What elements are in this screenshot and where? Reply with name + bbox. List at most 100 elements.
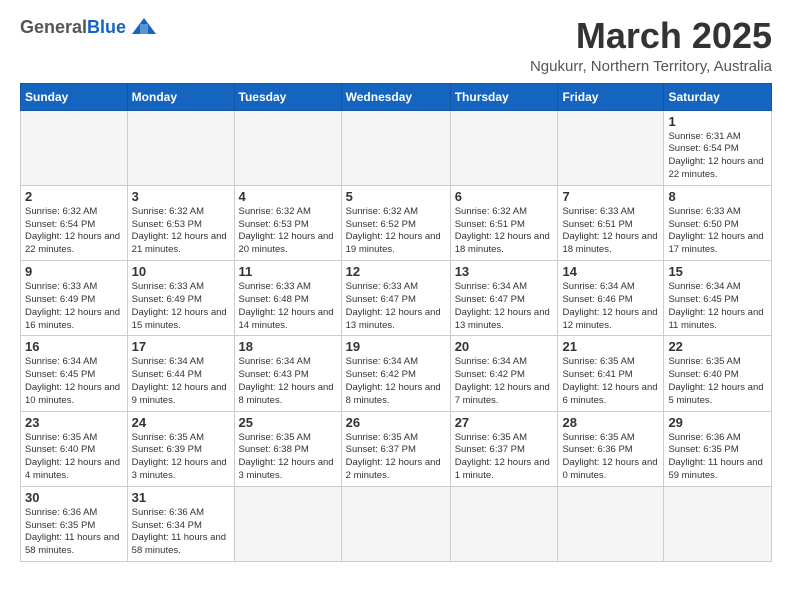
calendar-cell: 20Sunrise: 6:34 AM Sunset: 6:42 PM Dayli… xyxy=(450,336,558,411)
col-sunday: Sunday xyxy=(21,83,128,110)
calendar-cell: 15Sunrise: 6:34 AM Sunset: 6:45 PM Dayli… xyxy=(664,261,772,336)
day-info: Sunrise: 6:34 AM Sunset: 6:42 PM Dayligh… xyxy=(346,356,446,407)
calendar-cell: 22 Sunrise: 6:35 AM Sunset: 6:40 PM Dayli… xyxy=(664,336,772,411)
calendar-cell: 12 Sunrise: 6:33 AM Sunset: 6:47 PM Dayli… xyxy=(341,261,450,336)
calendar-cell: 10 Sunrise: 6:33 AM Sunset: 6:49 PM Dayli… xyxy=(127,261,234,336)
calendar-week-row: 1Sunrise: 6:31 AM Sunset: 6:54 PM Daylig… xyxy=(21,110,772,185)
day-info: Sunrise: 6:32 AM Sunset: 6:52 PM Dayligh… xyxy=(346,206,446,257)
calendar-cell: 28Sunrise: 6:35 AM Sunset: 6:36 PM Dayli… xyxy=(558,411,664,486)
calendar-cell: 8 Sunrise: 6:33 AM Sunset: 6:50 PM Daylig… xyxy=(664,185,772,260)
calendar-cell: 5 Sunrise: 6:32 AM Sunset: 6:52 PM Daylig… xyxy=(341,185,450,260)
day-number: 30 xyxy=(25,490,123,505)
calendar-cell: 29 Sunrise: 6:36 AM Sunset: 6:35 PM Dayli… xyxy=(664,411,772,486)
day-number: 15 xyxy=(668,264,767,279)
day-info: Sunrise: 6:34 AM Sunset: 6:46 PM Dayligh… xyxy=(562,281,659,332)
calendar-cell: 1Sunrise: 6:31 AM Sunset: 6:54 PM Daylig… xyxy=(664,110,772,185)
page: General Blue March 2025 Ngukurr, Norther… xyxy=(0,0,792,612)
day-info: Sunrise: 6:31 AM Sunset: 6:54 PM Dayligh… xyxy=(668,131,767,182)
calendar-week-row: 16 Sunrise: 6:34 AM Sunset: 6:45 PM Dayli… xyxy=(21,336,772,411)
day-number: 29 xyxy=(668,415,767,430)
calendar-cell: 31 Sunrise: 6:36 AM Sunset: 6:34 PM Dayli… xyxy=(127,486,234,561)
calendar-cell: 18Sunrise: 6:34 AM Sunset: 6:43 PM Dayli… xyxy=(234,336,341,411)
day-info: Sunrise: 6:34 AM Sunset: 6:45 PM Dayligh… xyxy=(25,356,123,407)
subtitle: Ngukurr, Northern Territory, Australia xyxy=(530,58,772,75)
day-number: 6 xyxy=(455,189,554,204)
calendar-cell: 4Sunrise: 6:32 AM Sunset: 6:53 PM Daylig… xyxy=(234,185,341,260)
calendar-week-row: 2Sunrise: 6:32 AM Sunset: 6:54 PM Daylig… xyxy=(21,185,772,260)
calendar-cell: 27Sunrise: 6:35 AM Sunset: 6:37 PM Dayli… xyxy=(450,411,558,486)
calendar-header: Sunday Monday Tuesday Wednesday Thursday… xyxy=(21,83,772,110)
day-info: Sunrise: 6:33 AM Sunset: 6:49 PM Dayligh… xyxy=(25,281,123,332)
day-info: Sunrise: 6:36 AM Sunset: 6:35 PM Dayligh… xyxy=(668,432,767,483)
day-info: Sunrise: 6:33 AM Sunset: 6:47 PM Dayligh… xyxy=(346,281,446,332)
day-number: 17 xyxy=(132,339,230,354)
day-info: Sunrise: 6:34 AM Sunset: 6:47 PM Dayligh… xyxy=(455,281,554,332)
day-number: 5 xyxy=(346,189,446,204)
day-number: 7 xyxy=(562,189,659,204)
col-wednesday: Wednesday xyxy=(341,83,450,110)
calendar-cell xyxy=(450,110,558,185)
col-tuesday: Tuesday xyxy=(234,83,341,110)
day-number: 16 xyxy=(25,339,123,354)
day-number: 23 xyxy=(25,415,123,430)
day-number: 2 xyxy=(25,189,123,204)
day-info: Sunrise: 6:34 AM Sunset: 6:44 PM Dayligh… xyxy=(132,356,230,407)
day-info: Sunrise: 6:36 AM Sunset: 6:34 PM Dayligh… xyxy=(132,507,230,558)
day-info: Sunrise: 6:35 AM Sunset: 6:38 PM Dayligh… xyxy=(239,432,337,483)
day-number: 25 xyxy=(239,415,337,430)
day-number: 31 xyxy=(132,490,230,505)
day-number: 24 xyxy=(132,415,230,430)
day-info: Sunrise: 6:35 AM Sunset: 6:37 PM Dayligh… xyxy=(346,432,446,483)
calendar-cell xyxy=(558,110,664,185)
calendar-cell: 13 Sunrise: 6:34 AM Sunset: 6:47 PM Dayli… xyxy=(450,261,558,336)
col-thursday: Thursday xyxy=(450,83,558,110)
day-info: Sunrise: 6:33 AM Sunset: 6:48 PM Dayligh… xyxy=(239,281,337,332)
day-info: Sunrise: 6:33 AM Sunset: 6:49 PM Dayligh… xyxy=(132,281,230,332)
calendar-cell: 30Sunrise: 6:36 AM Sunset: 6:35 PM Dayli… xyxy=(21,486,128,561)
calendar-cell xyxy=(21,110,128,185)
day-number: 12 xyxy=(346,264,446,279)
logo-blue-text: Blue xyxy=(87,17,126,38)
calendar-table: Sunday Monday Tuesday Wednesday Thursday… xyxy=(20,83,772,563)
day-info: Sunrise: 6:33 AM Sunset: 6:50 PM Dayligh… xyxy=(668,206,767,257)
logo-text: General Blue xyxy=(20,16,158,38)
calendar-cell xyxy=(234,110,341,185)
calendar-cell: 7 Sunrise: 6:33 AM Sunset: 6:51 PM Daylig… xyxy=(558,185,664,260)
day-info: Sunrise: 6:33 AM Sunset: 6:51 PM Dayligh… xyxy=(562,206,659,257)
day-number: 26 xyxy=(346,415,446,430)
calendar-cell: 23 Sunrise: 6:35 AM Sunset: 6:40 PM Dayli… xyxy=(21,411,128,486)
day-info: Sunrise: 6:34 AM Sunset: 6:42 PM Dayligh… xyxy=(455,356,554,407)
calendar-cell: 24 Sunrise: 6:35 AM Sunset: 6:39 PM Dayli… xyxy=(127,411,234,486)
calendar-cell: 11 Sunrise: 6:33 AM Sunset: 6:48 PM Dayli… xyxy=(234,261,341,336)
logo: General Blue xyxy=(20,16,158,38)
calendar-cell: 2Sunrise: 6:32 AM Sunset: 6:54 PM Daylig… xyxy=(21,185,128,260)
day-info: Sunrise: 6:35 AM Sunset: 6:40 PM Dayligh… xyxy=(668,356,767,407)
day-number: 11 xyxy=(239,264,337,279)
calendar-cell: 17 Sunrise: 6:34 AM Sunset: 6:44 PM Dayli… xyxy=(127,336,234,411)
day-number: 8 xyxy=(668,189,767,204)
header-area: General Blue March 2025 Ngukurr, Norther… xyxy=(20,16,772,75)
day-info: Sunrise: 6:34 AM Sunset: 6:43 PM Dayligh… xyxy=(239,356,337,407)
day-number: 14 xyxy=(562,264,659,279)
day-number: 21 xyxy=(562,339,659,354)
calendar-cell: 3 Sunrise: 6:32 AM Sunset: 6:53 PM Daylig… xyxy=(127,185,234,260)
day-info: Sunrise: 6:32 AM Sunset: 6:53 PM Dayligh… xyxy=(239,206,337,257)
header-row: Sunday Monday Tuesday Wednesday Thursday… xyxy=(21,83,772,110)
calendar-week-row: 9Sunrise: 6:33 AM Sunset: 6:49 PM Daylig… xyxy=(21,261,772,336)
col-friday: Friday xyxy=(558,83,664,110)
day-number: 27 xyxy=(455,415,554,430)
logo-general-text: General xyxy=(20,17,87,38)
day-number: 22 xyxy=(668,339,767,354)
day-info: Sunrise: 6:32 AM Sunset: 6:53 PM Dayligh… xyxy=(132,206,230,257)
day-number: 13 xyxy=(455,264,554,279)
day-info: Sunrise: 6:35 AM Sunset: 6:39 PM Dayligh… xyxy=(132,432,230,483)
day-number: 10 xyxy=(132,264,230,279)
calendar-cell xyxy=(234,486,341,561)
calendar-cell: 19Sunrise: 6:34 AM Sunset: 6:42 PM Dayli… xyxy=(341,336,450,411)
calendar-cell: 21Sunrise: 6:35 AM Sunset: 6:41 PM Dayli… xyxy=(558,336,664,411)
calendar-cell xyxy=(127,110,234,185)
col-saturday: Saturday xyxy=(664,83,772,110)
calendar-cell xyxy=(341,110,450,185)
day-info: Sunrise: 6:35 AM Sunset: 6:40 PM Dayligh… xyxy=(25,432,123,483)
day-number: 3 xyxy=(132,189,230,204)
